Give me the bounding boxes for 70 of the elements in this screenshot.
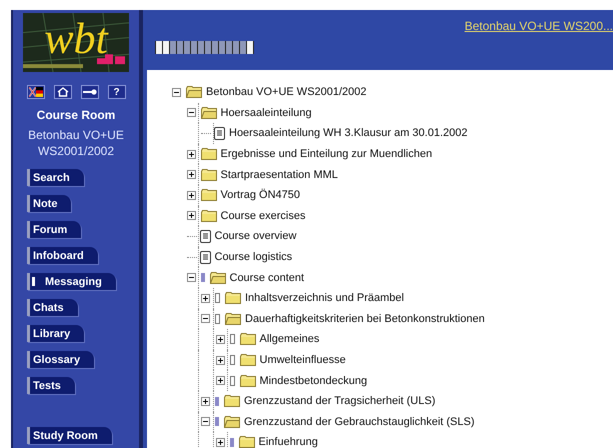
help-button[interactable]: ?	[108, 85, 126, 99]
nav-button[interactable]: Chats	[27, 299, 78, 316]
nav-button[interactable]: Forum	[27, 221, 82, 238]
key-icon[interactable]	[80, 85, 98, 99]
expand-toggle[interactable]	[186, 190, 196, 200]
course-link[interactable]: Betonbau VO+UE WS200...	[464, 19, 613, 33]
folder-icon	[210, 272, 226, 284]
tree-item[interactable]: Einfuehrung	[258, 435, 318, 448]
course-room-title: Course Room	[36, 108, 116, 122]
tree-item[interactable]: Inhaltsverzeichnis und Präambel	[245, 291, 404, 306]
expand-toggle[interactable]	[216, 438, 224, 447]
folder-icon	[186, 86, 202, 98]
document-icon	[200, 230, 210, 243]
folder-icon	[200, 210, 216, 222]
tree-item[interactable]: Hoersaaleinteilung	[220, 106, 312, 120]
nav-button[interactable]: Infoboard	[27, 247, 98, 264]
folder-icon	[200, 189, 216, 202]
nav-button[interactable]: Library	[27, 325, 84, 342]
nav-button[interactable]: Glossary	[27, 351, 94, 368]
nav-button[interactable]: Tests	[27, 377, 75, 394]
tree-item[interactable]: Startpraesentation MML	[220, 168, 338, 182]
tree-item[interactable]: Ergebnisse und Einteilung zur Muendlichen	[220, 147, 432, 162]
logo: wbt	[23, 13, 129, 72]
tree-item[interactable]: Betonbau VO+UE WS2001/2002	[206, 85, 367, 100]
folder-icon	[200, 106, 216, 119]
tree-item[interactable]: Hoersaaleinteilung WH 3.Klausur am 30.01.2002	[229, 126, 468, 140]
tree-item[interactable]: Allgemeines	[260, 332, 320, 346]
folder-icon	[240, 333, 256, 346]
expand-toggle[interactable]	[201, 314, 210, 324]
tree-item[interactable]: Course overview	[214, 229, 296, 244]
expand-toggle[interactable]	[172, 88, 181, 97]
expand-toggle[interactable]	[201, 396, 210, 406]
expand-toggle[interactable]	[216, 356, 224, 365]
folder-icon	[224, 395, 240, 408]
language-flag-icon[interactable]	[26, 85, 44, 99]
tree-item[interactable]: Grenzzustand der Gebrauchstauglichkeit (SLS)	[244, 414, 475, 429]
nav-button[interactable]: Search	[27, 169, 84, 186]
expand-toggle[interactable]	[186, 108, 196, 118]
folder-icon	[240, 374, 256, 387]
nav-button[interactable]: Messaging	[27, 273, 116, 290]
expand-toggle[interactable]	[201, 417, 210, 426]
course-name: WS2001/2002	[36, 143, 116, 159]
document-icon	[200, 250, 210, 264]
document-icon	[214, 126, 225, 140]
expand-toggle[interactable]	[186, 170, 196, 180]
tree-item[interactable]: Mindestbetondeckung	[260, 374, 368, 388]
folder-icon	[225, 312, 241, 325]
expand-toggle[interactable]	[201, 294, 210, 303]
expand-toggle[interactable]	[216, 334, 224, 344]
tree-item[interactable]: Umwelteinfluesse	[260, 353, 346, 368]
tree-item[interactable]: Dauerhaftigkeitskriterien bei Betonkonstruktionen	[245, 312, 485, 326]
nav-button[interactable]: Note	[27, 195, 72, 212]
tree-item[interactable]: Vortrag ÖN4750	[220, 188, 300, 202]
folder-icon	[224, 416, 240, 428]
home-icon[interactable]	[54, 85, 72, 99]
folder-icon	[200, 148, 216, 160]
expand-toggle[interactable]	[216, 376, 224, 386]
expand-toggle[interactable]	[186, 273, 196, 282]
expand-toggle[interactable]	[186, 150, 196, 159]
expand-toggle[interactable]	[186, 211, 196, 220]
tree-item[interactable]: Course content	[230, 270, 304, 285]
nav-button[interactable]: Study Room	[27, 427, 112, 444]
tree-item[interactable]: Course logistics	[214, 250, 292, 264]
folder-icon	[238, 436, 254, 448]
tree-item[interactable]: Grenzzustand der Tragsicherheit (ULS)	[244, 394, 436, 408]
folder-icon	[240, 354, 256, 366]
folder-icon	[225, 292, 241, 304]
tree-item[interactable]: Course exercises	[220, 208, 306, 223]
folder-icon	[200, 168, 216, 181]
course-name: Betonbau VO+UE	[28, 127, 124, 143]
